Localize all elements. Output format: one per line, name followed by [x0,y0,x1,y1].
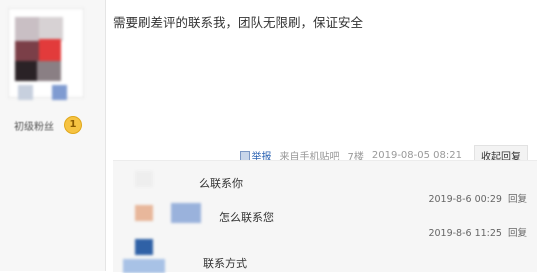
reply-avatar[interactable] [135,239,153,255]
decoration-square [52,85,67,100]
decoration-square [18,85,33,100]
reply-text: 联系方式 [203,257,247,270]
reply-list: 么联系你 2019-8-6 00:29 回复 怎么联系您 2019-8-6 11:… [113,160,537,273]
reply-text: 么联系你 [199,177,243,190]
user-level-label: 初级粉丝 [14,122,54,133]
username-blur [171,203,201,223]
level-badge-icon: 1 [64,116,82,134]
author-column: 初级粉丝 1 [0,0,106,271]
reply-item: 联系方式 [113,235,537,273]
report-icon [239,150,250,161]
post-content: 需要刷差评的联系我，团队无限刷，保证安全 [113,15,364,30]
reply-text: 怎么联系您 [219,211,274,224]
reply-item: 怎么联系您 2019-8-6 11:25 回复 [113,201,537,239]
reply-avatar[interactable] [135,205,153,221]
reply-item: 么联系你 2019-8-6 00:29 回复 [113,167,537,205]
reply-avatar[interactable] [135,171,153,187]
